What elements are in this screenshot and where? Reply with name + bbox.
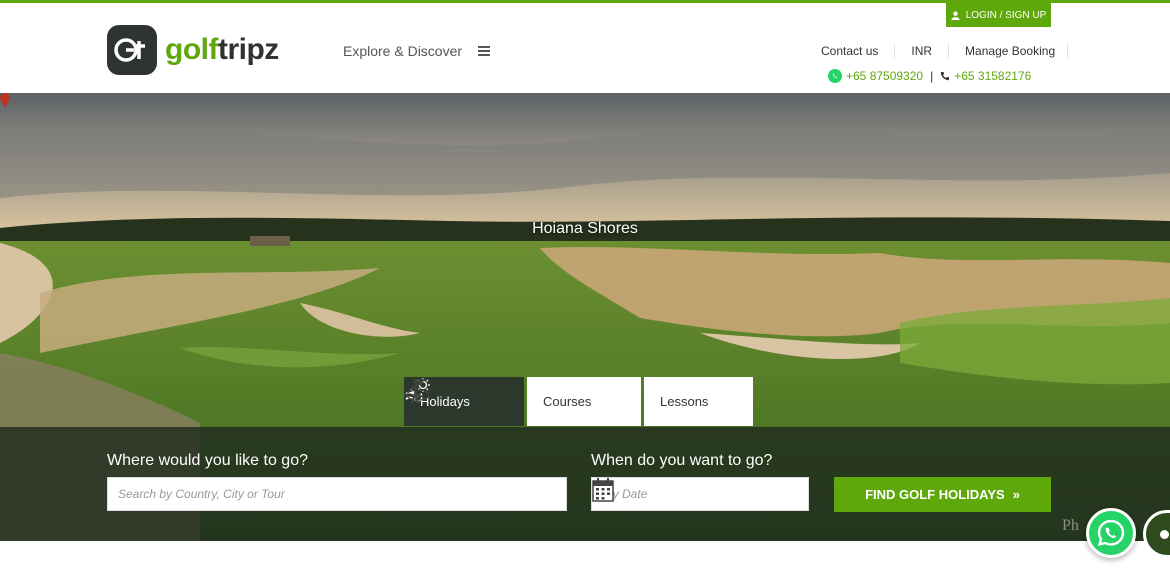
search-tabs: Holidays Courses Lessons xyxy=(404,377,753,426)
header-nav: Contact us INR Manage Booking xyxy=(805,44,1069,58)
when-label: When do you want to go? xyxy=(591,452,773,469)
explore-menu-button[interactable]: Explore & Discover xyxy=(343,43,491,59)
tab-lessons[interactable]: Lessons xyxy=(409,377,753,426)
hamburger-menu-icon xyxy=(478,46,491,56)
tab-lessons-label: Lessons xyxy=(660,394,709,409)
logo-mark-icon xyxy=(114,38,145,62)
tab-courses[interactable]: Courses xyxy=(406,377,641,426)
golfer-icon xyxy=(409,378,425,404)
photo-credit: Ph xyxy=(1062,517,1079,534)
login-signup-button[interactable]: LOGIN / SIGN UP xyxy=(946,3,1051,27)
destination-search-input[interactable]: Search by Country, City or Tour xyxy=(107,477,567,511)
logo-wordmark-tripz: tripz xyxy=(217,33,279,66)
calendar-icon xyxy=(592,478,614,502)
explore-label: Explore & Discover xyxy=(343,43,463,59)
site-logo[interactable]: golftripz xyxy=(107,25,279,75)
destination-search-placeholder: Search by Country, City or Tour xyxy=(118,487,285,501)
hero-banner: Hoiana Shores Holidays Courses Lessons W… xyxy=(0,93,1170,541)
tab-courses-label: Courses xyxy=(543,394,592,409)
logo-wordmark-golf: golf xyxy=(165,33,218,66)
phone-link[interactable]: +65 31582176 xyxy=(954,69,1031,83)
where-label: Where would you like to go? xyxy=(107,452,308,469)
date-input[interactable]: Any Date xyxy=(591,477,809,511)
whatsapp-icon xyxy=(1097,519,1125,547)
currency-selector[interactable]: INR xyxy=(894,44,948,58)
phone-icon xyxy=(941,72,950,81)
find-button-label: FIND GOLF HOLIDAYS xyxy=(865,487,1005,502)
find-golf-holidays-button[interactable]: FIND GOLF HOLIDAYS » xyxy=(834,477,1051,512)
phone-separator: | xyxy=(930,69,934,83)
hero-course-title: Hoiana Shores xyxy=(532,220,638,237)
whatsapp-phone-link[interactable]: +65 87509320 xyxy=(846,69,923,83)
site-header: LOGIN / SIGN UP golftripz Explore & Disc… xyxy=(0,3,1170,93)
contact-phones: +65 87509320 | +65 31582176 xyxy=(828,69,1031,83)
login-label: LOGIN / SIGN UP xyxy=(965,9,1047,21)
logo-badge xyxy=(107,25,157,75)
double-chevron-right-icon: » xyxy=(1012,487,1020,502)
whatsapp-chat-button[interactable] xyxy=(1086,508,1136,558)
map-pin-icon xyxy=(0,93,10,107)
manage-booking-link[interactable]: Manage Booking xyxy=(948,44,1069,58)
user-icon xyxy=(951,11,960,20)
whatsapp-icon xyxy=(828,69,842,83)
logo-wordmark: golftripz xyxy=(165,33,279,67)
chat-bubble-icon xyxy=(1160,529,1169,539)
contact-us-link[interactable]: Contact us xyxy=(805,44,894,58)
